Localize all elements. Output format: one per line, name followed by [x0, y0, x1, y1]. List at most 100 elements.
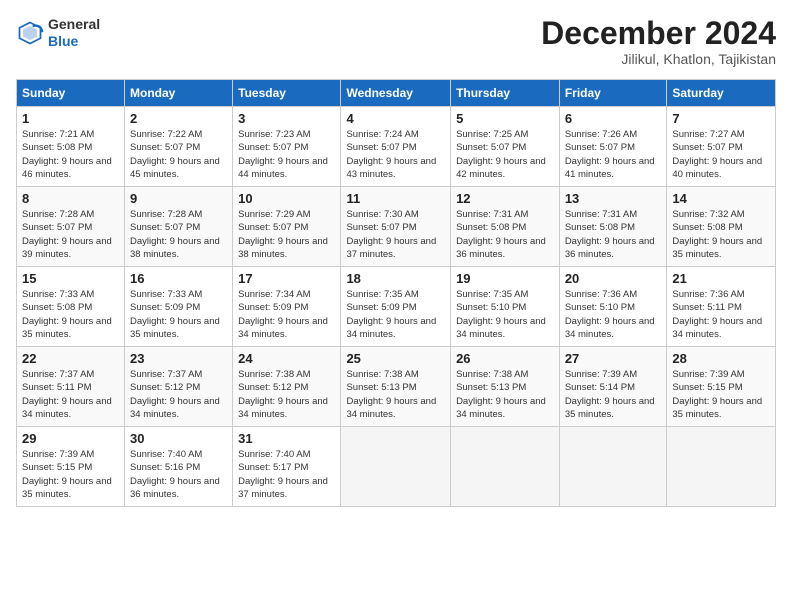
day-number: 14	[672, 191, 770, 206]
day-info: Sunrise: 7:23 AMSunset: 5:07 PMDaylight:…	[238, 128, 335, 181]
calendar-table: SundayMondayTuesdayWednesdayThursdayFrid…	[16, 79, 776, 507]
weekday-saturday: Saturday	[667, 80, 776, 107]
weekday-sunday: Sunday	[17, 80, 125, 107]
week-row-3: 15Sunrise: 7:33 AMSunset: 5:08 PMDayligh…	[17, 267, 776, 347]
day-number: 30	[130, 431, 227, 446]
table-row: 16 Sunrise: 7:33 AMSunset: 5:09 PMDayligh…	[125, 267, 233, 347]
day-number: 18	[346, 271, 445, 286]
table-row	[667, 427, 776, 507]
logo: General Blue	[16, 16, 100, 50]
day-info: Sunrise: 7:38 AMSunset: 5:13 PMDaylight:…	[346, 368, 445, 421]
table-row: 1 Sunrise: 7:21 AMSunset: 5:08 PMDaylight…	[17, 107, 125, 187]
day-info: Sunrise: 7:33 AMSunset: 5:08 PMDaylight:…	[22, 288, 119, 341]
weekday-friday: Friday	[559, 80, 667, 107]
table-row: 23 Sunrise: 7:37 AMSunset: 5:12 PMDayligh…	[125, 347, 233, 427]
day-info: Sunrise: 7:35 AMSunset: 5:09 PMDaylight:…	[346, 288, 445, 341]
table-row: 4 Sunrise: 7:24 AMSunset: 5:07 PMDaylight…	[341, 107, 451, 187]
day-number: 31	[238, 431, 335, 446]
table-row	[341, 427, 451, 507]
day-info: Sunrise: 7:37 AMSunset: 5:12 PMDaylight:…	[130, 368, 227, 421]
day-info: Sunrise: 7:35 AMSunset: 5:10 PMDaylight:…	[456, 288, 554, 341]
day-info: Sunrise: 7:40 AMSunset: 5:17 PMDaylight:…	[238, 448, 335, 501]
day-info: Sunrise: 7:36 AMSunset: 5:11 PMDaylight:…	[672, 288, 770, 341]
table-row: 31 Sunrise: 7:40 AMSunset: 5:17 PMDayligh…	[233, 427, 341, 507]
week-row-2: 8 Sunrise: 7:28 AMSunset: 5:07 PMDaylight…	[17, 187, 776, 267]
day-number: 3	[238, 111, 335, 126]
table-row: 22Sunrise: 7:37 AMSunset: 5:11 PMDayligh…	[17, 347, 125, 427]
day-number: 19	[456, 271, 554, 286]
logo-icon	[16, 19, 44, 47]
day-number: 13	[565, 191, 662, 206]
table-row: 29 Sunrise: 7:39 AMSunset: 5:15 PMDayligh…	[17, 427, 125, 507]
header: General Blue December 2024 Jilikul, Khat…	[16, 16, 776, 67]
day-number: 29	[22, 431, 119, 446]
table-row	[559, 427, 667, 507]
day-number: 20	[565, 271, 662, 286]
table-row: 8Sunrise: 7:28 AMSunset: 5:07 PMDaylight…	[17, 187, 125, 267]
table-row: 18 Sunrise: 7:35 AMSunset: 5:09 PMDayligh…	[341, 267, 451, 347]
table-row: 27 Sunrise: 7:39 AMSunset: 5:14 PMDayligh…	[559, 347, 667, 427]
table-row: 6Sunrise: 7:26 AMSunset: 5:07 PMDaylight…	[559, 107, 667, 187]
day-info: Sunrise: 7:28 AMSunset: 5:07 PMDaylight:…	[130, 208, 227, 261]
day-number: 25	[346, 351, 445, 366]
day-number: 4	[346, 111, 445, 126]
logo-text: General Blue	[48, 16, 100, 50]
day-number: 7	[672, 111, 770, 126]
table-row: 9 Sunrise: 7:28 AMSunset: 5:07 PMDaylight…	[125, 187, 233, 267]
calendar-body: 1 Sunrise: 7:21 AMSunset: 5:08 PMDaylight…	[17, 107, 776, 507]
day-info: Sunrise: 7:31 AMSunset: 5:08 PMDaylight:…	[456, 208, 554, 261]
table-row: 14 Sunrise: 7:32 AMSunset: 5:08 PMDayligh…	[667, 187, 776, 267]
day-info: Sunrise: 7:38 AMSunset: 5:12 PMDaylight:…	[238, 368, 335, 421]
weekday-wednesday: Wednesday	[341, 80, 451, 107]
day-number: 28	[672, 351, 770, 366]
table-row: 13 Sunrise: 7:31 AMSunset: 5:08 PMDayligh…	[559, 187, 667, 267]
title-area: December 2024 Jilikul, Khatlon, Tajikist…	[541, 16, 776, 67]
day-info: Sunrise: 7:38 AMSunset: 5:13 PMDaylight:…	[456, 368, 554, 421]
table-row: 30 Sunrise: 7:40 AMSunset: 5:16 PMDayligh…	[125, 427, 233, 507]
table-row: 17 Sunrise: 7:34 AMSunset: 5:09 PMDayligh…	[233, 267, 341, 347]
week-row-4: 22Sunrise: 7:37 AMSunset: 5:11 PMDayligh…	[17, 347, 776, 427]
day-info: Sunrise: 7:24 AMSunset: 5:07 PMDaylight:…	[346, 128, 445, 181]
day-number: 17	[238, 271, 335, 286]
table-row: 5 Sunrise: 7:25 AMSunset: 5:07 PMDaylight…	[451, 107, 560, 187]
day-number: 24	[238, 351, 335, 366]
day-number: 8	[22, 191, 119, 206]
day-info: Sunrise: 7:30 AMSunset: 5:07 PMDaylight:…	[346, 208, 445, 261]
day-info: Sunrise: 7:25 AMSunset: 5:07 PMDaylight:…	[456, 128, 554, 181]
table-row: 2Sunrise: 7:22 AMSunset: 5:07 PMDaylight…	[125, 107, 233, 187]
day-info: Sunrise: 7:33 AMSunset: 5:09 PMDaylight:…	[130, 288, 227, 341]
weekday-header-row: SundayMondayTuesdayWednesdayThursdayFrid…	[17, 80, 776, 107]
table-row: 12 Sunrise: 7:31 AMSunset: 5:08 PMDayligh…	[451, 187, 560, 267]
day-info: Sunrise: 7:31 AMSunset: 5:08 PMDaylight:…	[565, 208, 662, 261]
day-info: Sunrise: 7:39 AMSunset: 5:15 PMDaylight:…	[22, 448, 119, 501]
location: Jilikul, Khatlon, Tajikistan	[541, 51, 776, 67]
day-number: 16	[130, 271, 227, 286]
table-row: 11Sunrise: 7:30 AMSunset: 5:07 PMDayligh…	[341, 187, 451, 267]
day-info: Sunrise: 7:39 AMSunset: 5:14 PMDaylight:…	[565, 368, 662, 421]
day-number: 27	[565, 351, 662, 366]
day-number: 5	[456, 111, 554, 126]
day-info: Sunrise: 7:26 AMSunset: 5:07 PMDaylight:…	[565, 128, 662, 181]
day-info: Sunrise: 7:29 AMSunset: 5:07 PMDaylight:…	[238, 208, 335, 261]
week-row-1: 1 Sunrise: 7:21 AMSunset: 5:08 PMDaylight…	[17, 107, 776, 187]
table-row: 21 Sunrise: 7:36 AMSunset: 5:11 PMDayligh…	[667, 267, 776, 347]
day-number: 1	[22, 111, 119, 126]
day-info: Sunrise: 7:39 AMSunset: 5:15 PMDaylight:…	[672, 368, 770, 421]
day-number: 9	[130, 191, 227, 206]
week-row-5: 29 Sunrise: 7:39 AMSunset: 5:15 PMDayligh…	[17, 427, 776, 507]
day-info: Sunrise: 7:40 AMSunset: 5:16 PMDaylight:…	[130, 448, 227, 501]
day-info: Sunrise: 7:27 AMSunset: 5:07 PMDaylight:…	[672, 128, 770, 181]
day-number: 21	[672, 271, 770, 286]
day-number: 2	[130, 111, 227, 126]
day-info: Sunrise: 7:21 AMSunset: 5:08 PMDaylight:…	[22, 128, 119, 181]
table-row: 15Sunrise: 7:33 AMSunset: 5:08 PMDayligh…	[17, 267, 125, 347]
day-info: Sunrise: 7:32 AMSunset: 5:08 PMDaylight:…	[672, 208, 770, 261]
day-number: 26	[456, 351, 554, 366]
day-number: 12	[456, 191, 554, 206]
day-info: Sunrise: 7:34 AMSunset: 5:09 PMDaylight:…	[238, 288, 335, 341]
weekday-tuesday: Tuesday	[233, 80, 341, 107]
table-row: 20Sunrise: 7:36 AMSunset: 5:10 PMDayligh…	[559, 267, 667, 347]
day-number: 22	[22, 351, 119, 366]
day-number: 10	[238, 191, 335, 206]
day-number: 23	[130, 351, 227, 366]
